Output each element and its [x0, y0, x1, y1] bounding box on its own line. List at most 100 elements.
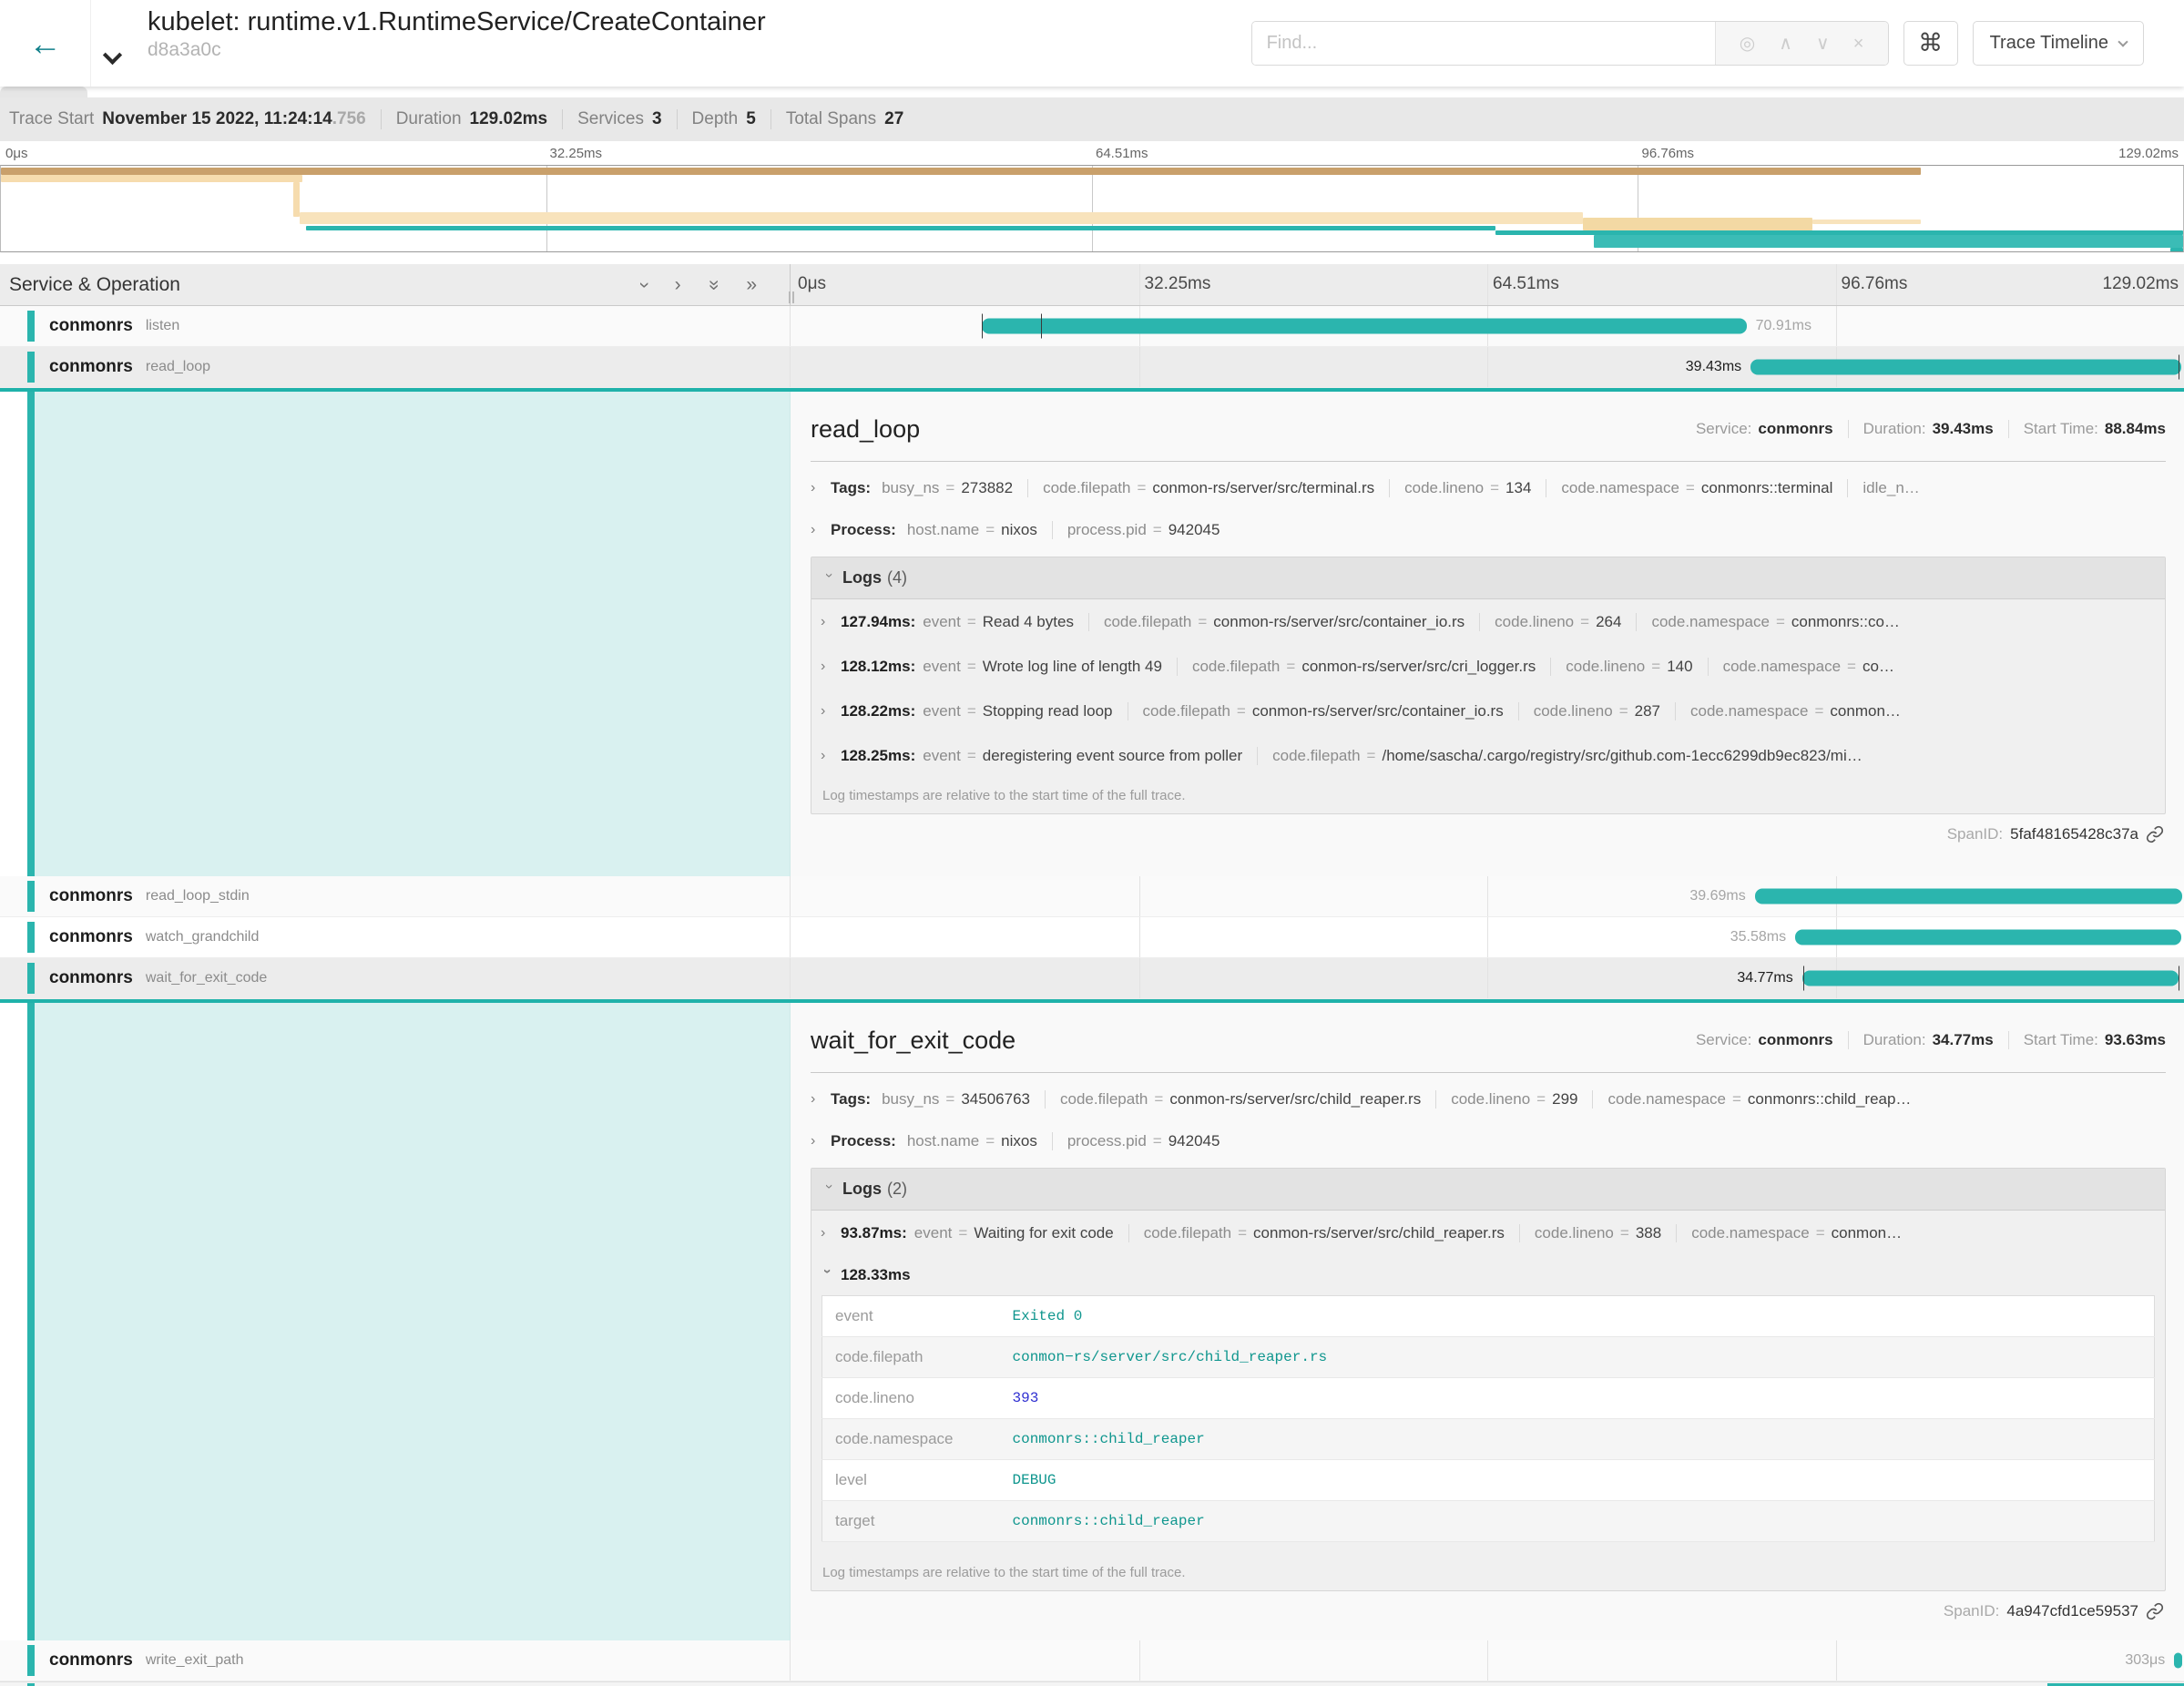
span-name-cell: conmonrs write_exit_path — [0, 1640, 791, 1681]
link-icon[interactable] — [2146, 1602, 2164, 1620]
span-timeline-cell: 303μs — [791, 1640, 2184, 1681]
title-block: kubelet: runtime.v1.RuntimeService/Creat… — [148, 0, 766, 87]
span-name-cell: conmonrs read_loop — [0, 347, 791, 387]
minimap-gridline — [1092, 166, 1093, 251]
tags-list: busy_ns=273882code.filepath=conmon-rs/se… — [882, 479, 1934, 497]
logs-section: ›Logs(4) › 127.94ms: event=Read 4 bytesc… — [811, 557, 2166, 814]
gridline — [1139, 958, 1140, 998]
view-selector-button[interactable]: Trace Timeline — [1973, 21, 2144, 66]
span-bar[interactable] — [1795, 930, 2181, 945]
span-duration: 39.69ms — [1689, 888, 1745, 904]
span-bar[interactable] — [2174, 1653, 2182, 1669]
table-row: code.lineno393 — [822, 1378, 2155, 1419]
field-value: conmonrs::child_reaper — [1000, 1419, 2155, 1460]
minimap-scrubber-handle[interactable] — [0, 87, 87, 97]
field-key: level — [822, 1460, 1000, 1501]
target-icon[interactable]: ◎ — [1740, 35, 1755, 53]
span-name-cell: conmonrs watch_grandchild — [0, 917, 791, 957]
log-marker — [982, 314, 983, 339]
caret-down-icon: › — [821, 1184, 837, 1197]
log-entry[interactable]: › 128.22ms: event=Stopping read loopcode… — [811, 689, 2165, 733]
field-value: conmonrs::child_reaper — [1000, 1501, 2155, 1542]
collapse-one-icon[interactable]: › — [633, 281, 655, 288]
tags-row[interactable]: › Tags: busy_ns=34506763code.filepath=co… — [811, 1078, 2166, 1120]
back-arrow-icon: ← — [29, 25, 62, 63]
expand-all-icon[interactable]: » — [746, 274, 757, 296]
kv-pair: code.namespace=conmon… — [1675, 702, 1915, 720]
next-result-icon[interactable]: ∨ — [1816, 35, 1830, 53]
kv-pair: code.filepath=conmon-rs/server/src/conta… — [1088, 613, 1479, 631]
span-row-watch-grandchild[interactable]: conmonrs watch_grandchild 35.58ms — [0, 917, 2184, 958]
log-entry-expanded-header[interactable]: › 128.33ms — [811, 1255, 2165, 1295]
minimap-gridline — [546, 166, 547, 251]
trace-duration: Duration 129.02ms — [381, 109, 547, 129]
span-operation: watch_grandchild — [146, 929, 260, 945]
caret-right-icon: › — [821, 659, 833, 675]
log-fields: event=deregistering event source from po… — [923, 747, 1877, 765]
back-button[interactable]: ← — [0, 0, 91, 87]
field-key: target — [822, 1501, 1000, 1542]
span-id-label: SpanID: — [1947, 825, 2003, 843]
tick-label: 0μs — [798, 274, 826, 294]
logs-header[interactable]: › Logs (2) — [811, 1169, 2165, 1211]
logs-label: Logs — [842, 1180, 882, 1198]
logs-count: (2) — [887, 1180, 907, 1198]
collapse-all-icon[interactable]: » — [702, 280, 724, 291]
span-bar[interactable] — [1802, 971, 2179, 986]
span-row-read-loop-stdin[interactable]: conmonrs read_loop_stdin 39.69ms — [0, 876, 2184, 917]
tags-row[interactable]: › Tags: busy_ns=273882code.filepath=conm… — [811, 467, 2166, 509]
collapse-header-button[interactable] — [91, 0, 133, 87]
caret-right-icon: › — [821, 614, 833, 630]
kv-pair: busy_ns=34506763 — [882, 1090, 1045, 1109]
log-entry[interactable]: › 93.87ms: event=Waiting for exit codeco… — [811, 1211, 2165, 1255]
span-bar[interactable] — [1750, 360, 2181, 375]
process-row[interactable]: › Process: host.name=nixosprocess.pid=94… — [811, 509, 2166, 551]
clear-search-icon[interactable]: × — [1853, 35, 1864, 53]
field-value: Exited 0 — [1000, 1296, 2155, 1337]
span-operation: read_loop — [146, 359, 210, 375]
expand-one-icon[interactable]: › — [675, 274, 681, 296]
span-timeline-cell: 39.69ms — [791, 876, 2184, 916]
span-name-cell: conmonrs read_loop_stdin — [0, 876, 791, 916]
field-key: code.filepath — [822, 1337, 1000, 1378]
kv-pair: code.lineno=299 — [1435, 1090, 1592, 1109]
span-row-write-exit-path[interactable]: conmonrs write_exit_path 303μs — [0, 1640, 2184, 1681]
kv-pair: busy_ns=273882 — [882, 479, 1027, 497]
minimap-span — [1594, 235, 2183, 248]
logs-header[interactable]: ›Logs(4) — [811, 557, 2165, 599]
prev-result-icon[interactable]: ∧ — [1779, 35, 1792, 53]
log-entry[interactable]: › 127.94ms: event=Read 4 bytescode.filep… — [811, 599, 2165, 644]
gridline — [1139, 917, 1140, 957]
logs-footer-note: Log timestamps are relative to the start… — [811, 778, 2165, 813]
kv-pair: event=deregistering event source from po… — [923, 747, 1257, 765]
kv-pair: process.pid=942045 — [1052, 521, 1235, 539]
trace-services: Services 3 — [562, 109, 661, 129]
span-row-listen[interactable]: conmonrs listen 70.91ms — [0, 306, 2184, 347]
span-service: conmonrs — [49, 357, 133, 377]
span-color-indicator — [27, 311, 35, 342]
table-row: eventExited 0 — [822, 1296, 2155, 1337]
trace-minimap[interactable] — [0, 165, 2184, 252]
kv-pair: code.filepath=conmon-rs/server/src/child… — [1045, 1090, 1435, 1109]
keyboard-shortcuts-button[interactable]: ⌘ — [1903, 21, 1958, 66]
minimap-span — [306, 226, 1495, 230]
overview-duration: Duration:39.43ms — [1848, 420, 1994, 438]
overview-service: Service:conmonrs — [1696, 1031, 1833, 1049]
column-resize-grip[interactable] — [789, 291, 794, 303]
gridline — [1836, 306, 1837, 346]
span-duration: 35.58ms — [1730, 929, 1786, 945]
span-bar[interactable] — [982, 319, 1747, 334]
span-row-wait-for-exit-code[interactable]: conmonrs wait_for_exit_code 34.77ms — [0, 958, 2184, 999]
log-entry[interactable]: › 128.12ms: event=Wrote log line of leng… — [811, 644, 2165, 689]
process-label: Process: — [831, 521, 896, 539]
process-row[interactable]: › Process: host.name=nixosprocess.pid=94… — [811, 1120, 2166, 1162]
span-row-read-loop[interactable]: conmonrs read_loop 39.43ms — [0, 347, 2184, 388]
detail-card-header: wait_for_exit_code Service:conmonrs Dura… — [811, 1014, 2166, 1067]
find-input[interactable] — [1252, 22, 1715, 65]
link-icon[interactable] — [2146, 825, 2164, 843]
span-duration: 39.43ms — [1686, 359, 1741, 375]
log-entry[interactable]: › 128.25ms: event=deregistering event so… — [811, 733, 2165, 778]
span-bar[interactable] — [1755, 889, 2183, 904]
minimap-span — [2170, 248, 2183, 252]
kv-pair: code.lineno=140 — [1550, 658, 1707, 676]
